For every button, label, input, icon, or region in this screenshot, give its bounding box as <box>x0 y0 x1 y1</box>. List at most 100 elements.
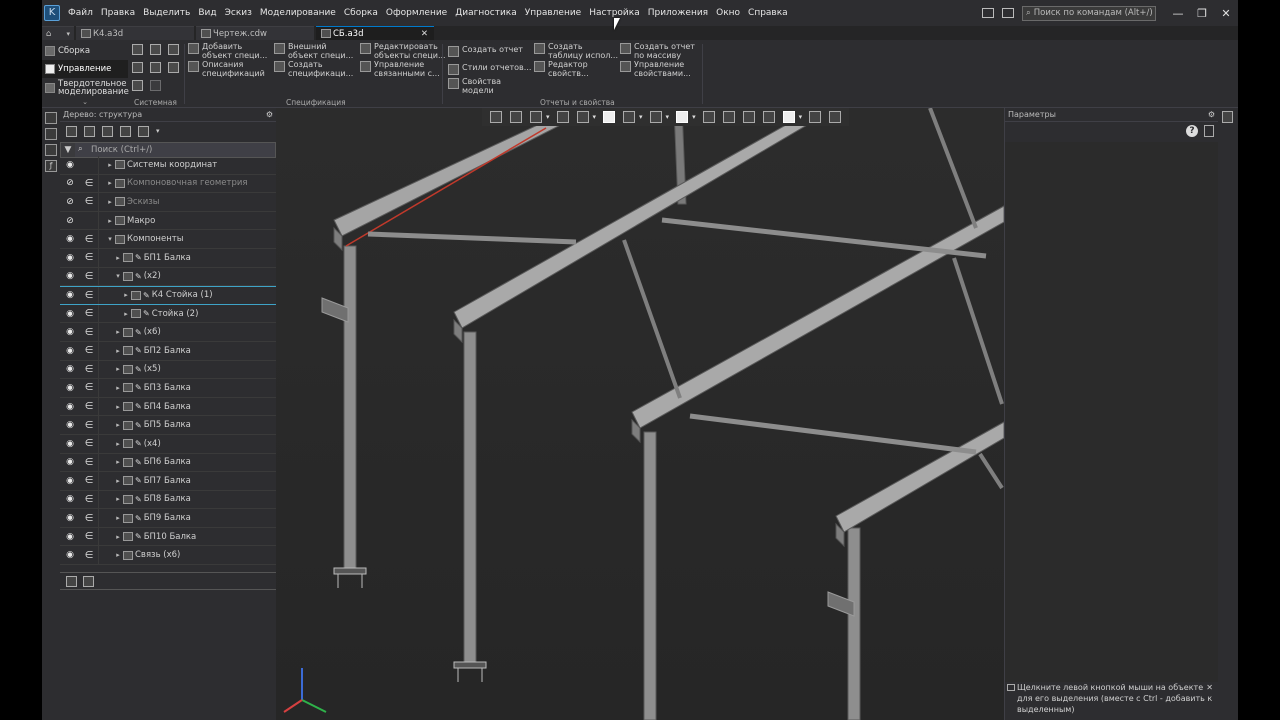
variables-icon[interactable] <box>45 144 57 156</box>
eye-hidden-icon[interactable]: ⊘ <box>60 197 80 207</box>
mode-management[interactable]: Управление <box>42 60 128 78</box>
expand-arrow-icon[interactable]: ▸ <box>106 161 114 169</box>
chevron-down-icon[interactable]: ▾ <box>593 113 597 121</box>
close-tab-icon[interactable]: ✕ <box>421 29 428 39</box>
expand-arrow-icon[interactable]: ▸ <box>106 179 114 187</box>
visibility-icon[interactable] <box>676 111 689 123</box>
create-usage-table-button[interactable]: Создать таблицу испол... <box>534 42 618 60</box>
tree-row[interactable]: ◉ ∈ ▸ ✎ (x6) <box>60 323 276 342</box>
tree-options-icon[interactable] <box>138 125 149 137</box>
chevron-down-icon[interactable]: ▾ <box>546 113 550 121</box>
eye-icon[interactable]: ◉ <box>60 532 80 542</box>
preview-icon[interactable] <box>150 62 161 73</box>
structure-view-icon[interactable] <box>66 125 77 137</box>
rotate-icon[interactable] <box>556 111 569 123</box>
add-spec-object-button[interactable]: Добавить объект специ... <box>188 42 267 60</box>
tree-toggle-icon[interactable] <box>490 111 502 123</box>
chevron-down-icon[interactable]: ⌄ <box>42 98 128 106</box>
include-in-spec-icon[interactable]: ∈ <box>80 345 98 356</box>
mode-assembly[interactable]: Сборка <box>42 42 128 60</box>
screenshot-icon[interactable] <box>1002 8 1014 18</box>
close-button[interactable]: ✕ <box>1214 7 1238 20</box>
redo-icon[interactable] <box>150 80 161 91</box>
new-document-icon[interactable] <box>132 44 143 55</box>
eye-icon[interactable]: ◉ <box>60 513 80 523</box>
expand-arrow-icon[interactable]: ▸ <box>114 514 122 522</box>
edit-spec-objects-button[interactable]: Редактировать объекты специ... <box>360 42 446 60</box>
include-in-spec-icon[interactable]: ∈ <box>80 252 98 263</box>
perspective-icon[interactable] <box>722 111 735 123</box>
include-in-spec-icon[interactable]: ∈ <box>80 271 98 282</box>
eye-icon[interactable]: ◉ <box>60 494 80 504</box>
include-in-spec-icon[interactable]: ∈ <box>80 382 98 393</box>
shaded-view-icon[interactable] <box>603 111 616 123</box>
expand-arrow-icon[interactable]: ▸ <box>106 198 114 206</box>
filter-icon[interactable] <box>782 111 795 123</box>
save-icon[interactable] <box>168 44 179 55</box>
tree-row[interactable]: ◉ ∈ ▸ ✎ К4 Стойка (1) <box>60 286 276 305</box>
eye-icon[interactable]: ◉ <box>60 439 80 449</box>
eye-icon[interactable]: ◉ <box>60 327 80 337</box>
expand-arrow-icon[interactable]: ▸ <box>114 533 122 541</box>
manage-properties-button[interactable]: Управление свойствами... <box>620 60 691 78</box>
tab-k4[interactable]: К4.a3d <box>76 26 194 40</box>
tree-row[interactable]: ◉ ∈ ▾ ✎ (x2) <box>60 267 276 287</box>
zoom-fit-icon[interactable] <box>510 111 522 123</box>
eye-icon[interactable]: ◉ <box>60 234 80 244</box>
chevron-down-icon[interactable]: ▾ <box>692 113 696 121</box>
expand-arrow-icon[interactable]: ▸ <box>114 421 122 429</box>
orientation-icon[interactable] <box>576 111 589 123</box>
include-in-spec-icon[interactable]: ∈ <box>80 494 98 505</box>
expand-arrow-icon[interactable]: ▸ <box>122 310 130 318</box>
restore-button[interactable]: ❐ <box>1190 7 1214 20</box>
expand-arrow-icon[interactable]: ▸ <box>114 254 122 262</box>
eye-icon[interactable]: ◉ <box>60 160 80 170</box>
list-icon[interactable] <box>45 128 57 140</box>
eye-icon[interactable]: ◉ <box>60 457 80 467</box>
tree-row[interactable]: ◉ ∈ ▸ ✎ БП6 Балка <box>60 453 276 473</box>
export-icon[interactable] <box>168 62 179 73</box>
3d-viewport[interactable]: ▾ ▾ ▾ ▾ ▾ ▾ <box>276 108 1004 720</box>
eye-icon[interactable]: ◉ <box>60 290 80 300</box>
tree-row[interactable]: ◉ ∈ ▸ ✎ (x5) <box>60 360 276 380</box>
tab-drawing[interactable]: Чертеж.cdw <box>196 26 314 40</box>
zoom-icon[interactable] <box>530 111 542 123</box>
eye-icon[interactable]: ◉ <box>60 476 80 486</box>
eye-hidden-icon[interactable]: ⊘ <box>60 216 80 226</box>
fx-icon[interactable]: ƒ <box>45 160 57 172</box>
tree-row[interactable]: ◉ ∈ ▸ ✎ (x4) <box>60 434 276 454</box>
property-editor-button[interactable]: Редактор свойств... <box>534 60 589 78</box>
pencil-icon[interactable] <box>829 111 842 123</box>
mode-solid-modeling[interactable]: Твердотельное моделирование <box>42 78 129 98</box>
eye-icon[interactable]: ◉ <box>60 346 80 356</box>
menu-item[interactable]: Эскиз <box>221 8 256 18</box>
home-tab[interactable]: ⌂ ▾ <box>42 26 74 40</box>
section-icon[interactable] <box>702 111 715 123</box>
filter-icon[interactable]: ▼ <box>61 145 75 155</box>
include-in-spec-icon[interactable]: ∈ <box>80 327 98 338</box>
tree-row[interactable]: ◉ ∈ ▸ ✎ БП8 Балка <box>60 490 276 510</box>
menu-item[interactable]: Сборка <box>340 8 382 18</box>
include-in-spec-icon[interactable]: ∈ <box>80 531 98 542</box>
menu-item[interactable]: Правка <box>97 8 139 18</box>
tab-sb[interactable]: СБ.a3d ✕ <box>316 26 434 40</box>
tree-row[interactable]: ⊘ ∈ ▸ Эскизы <box>60 193 276 212</box>
tree-row[interactable]: ◉ ∈ ▸ ✎ БП3 Балка <box>60 379 276 398</box>
eye-icon[interactable]: ◉ <box>60 420 80 430</box>
hide-icon[interactable] <box>649 111 662 123</box>
chevron-down-icon[interactable]: ▾ <box>639 113 643 121</box>
expand-arrow-icon[interactable]: ▸ <box>114 458 122 466</box>
panel-options-icon[interactable] <box>1204 125 1214 137</box>
manage-linked-button[interactable]: Управление связанными с... <box>360 60 440 78</box>
tree-row[interactable]: ◉ ∈ ▸ ✎ Стойка (2) <box>60 304 276 324</box>
external-spec-object-button[interactable]: Внешний объект специ... <box>274 42 353 60</box>
include-in-spec-icon[interactable]: ∈ <box>80 475 98 486</box>
expand-arrow-icon[interactable]: ▾ <box>106 235 114 243</box>
menu-item[interactable]: Настройка <box>585 8 644 18</box>
include-in-spec-icon[interactable]: ∈ <box>80 308 98 319</box>
tree-row[interactable]: ◉ ∈ ▸ ✎ БП5 Балка <box>60 416 276 435</box>
expand-arrow-icon[interactable]: ▸ <box>114 551 122 559</box>
tree-row[interactable]: ◉ ∈ ▸ ✎ БП7 Балка <box>60 472 276 491</box>
model-properties-button[interactable]: Свойства модели <box>448 77 501 95</box>
build-order-icon[interactable] <box>84 125 95 137</box>
